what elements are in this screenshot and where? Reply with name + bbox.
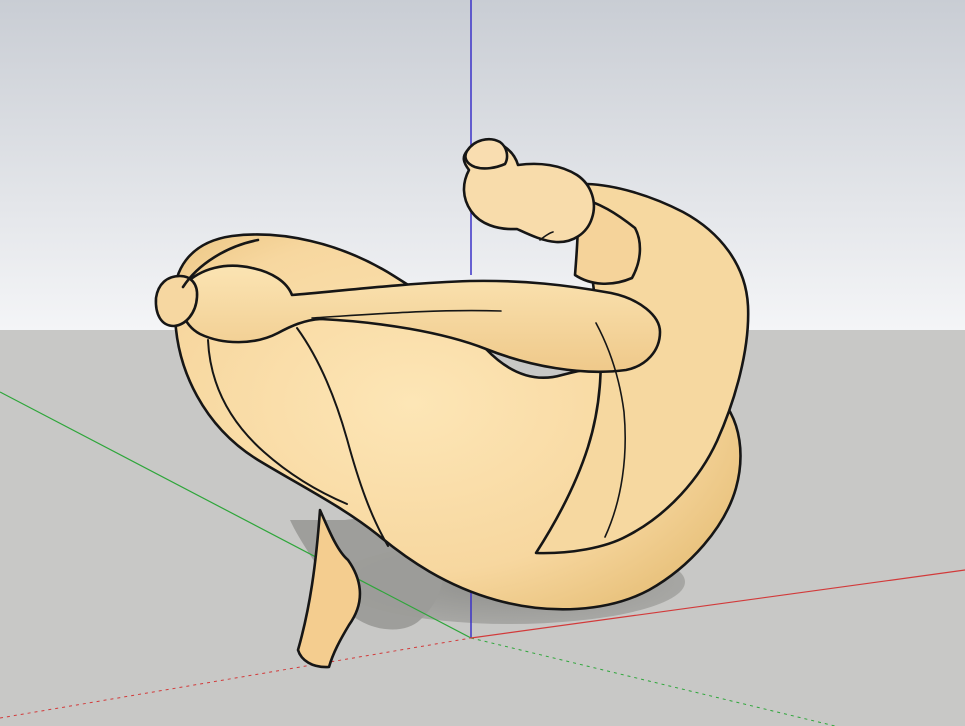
- scene-canvas[interactable]: [0, 0, 965, 726]
- 3d-viewport[interactable]: [0, 0, 965, 726]
